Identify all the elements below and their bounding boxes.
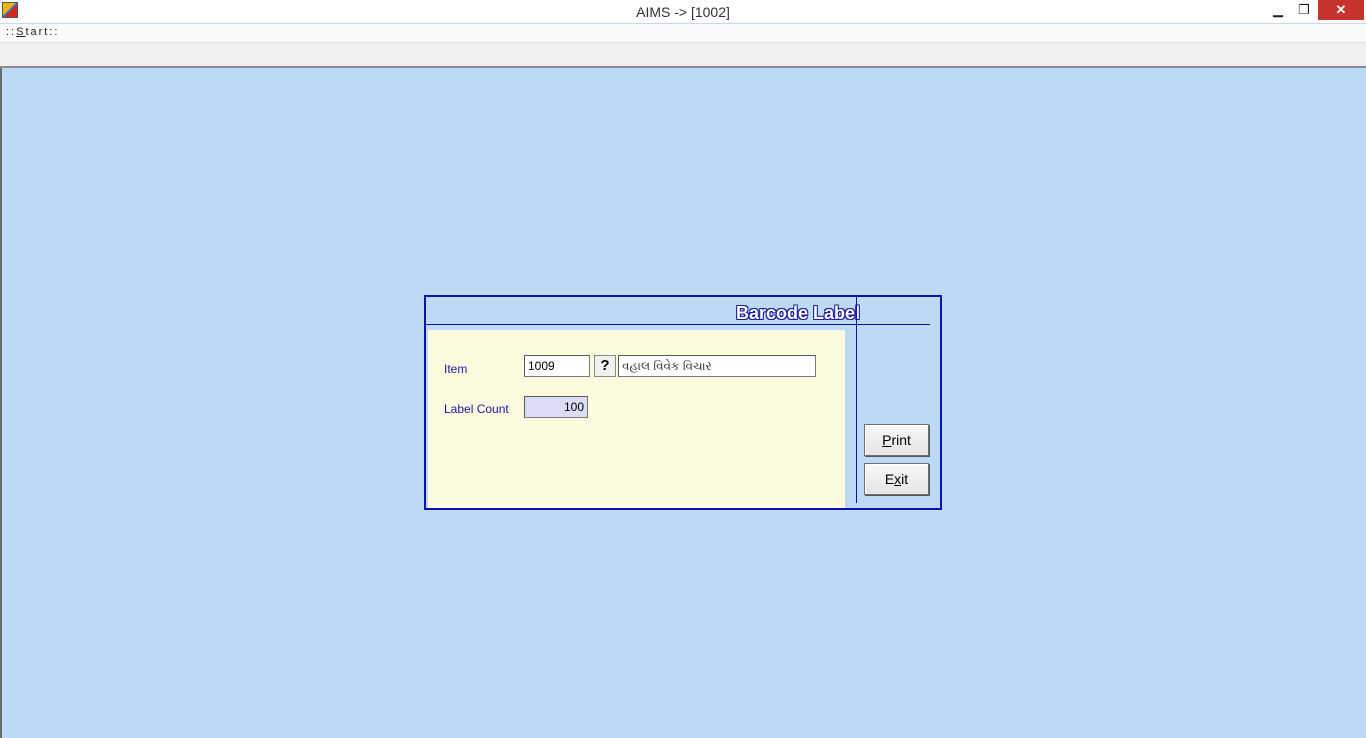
title-divider <box>426 324 930 325</box>
item-code-input[interactable]: 1009 <box>524 355 590 377</box>
menu-start-prefix: :: <box>6 26 17 38</box>
title-bar: AIMS -> [1002] ▁ ❐ ✕ <box>0 0 1366 24</box>
label-count-input[interactable]: 100 <box>524 396 588 418</box>
menu-bar: ::Start:: <box>0 24 1366 43</box>
vertical-divider <box>856 297 857 503</box>
form-panel: Item 1009 ? વહાલ વિવેક વિચાર Label Count… <box>428 330 845 508</box>
label-count-label: Label Count <box>444 402 509 416</box>
item-lookup-button[interactable]: ? <box>594 355 616 377</box>
item-name-field[interactable]: વહાલ વિવેક વિચાર <box>618 355 816 377</box>
menu-start-suffix: :: <box>49 26 60 38</box>
close-button[interactable]: ✕ <box>1318 0 1364 20</box>
menu-start[interactable]: ::Start:: <box>6 26 60 38</box>
minimize-button[interactable]: ▁ <box>1266 0 1290 20</box>
dialog-title: Barcode Label <box>735 303 860 323</box>
toolbar <box>0 43 1366 68</box>
item-label: Item <box>444 362 468 376</box>
restore-button[interactable]: ❐ <box>1292 0 1316 20</box>
window-title: AIMS -> [1002] <box>636 4 730 20</box>
menu-start-label: tart <box>25 26 50 38</box>
print-label: rint <box>891 432 911 448</box>
exit-button[interactable]: Exit <box>864 463 929 495</box>
print-button[interactable]: Print <box>864 424 929 456</box>
exit-label-rest: it <box>901 471 909 487</box>
barcode-label-dialog: Barcode Label Item 1009 ? વહાલ વિવેક વિચ… <box>424 295 942 510</box>
exit-label-first: E <box>884 471 895 487</box>
